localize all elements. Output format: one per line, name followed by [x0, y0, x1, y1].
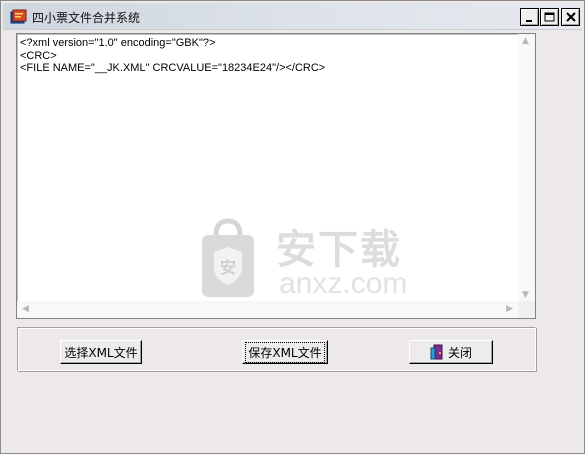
scroll-up-arrow-icon[interactable]: ▲ [522, 37, 529, 46]
close-button[interactable]: 关闭 [409, 340, 493, 364]
watermark: 安 安下载 anxz.com [200, 217, 440, 307]
vertical-scrollbar[interactable]: ▲ ▼ [518, 34, 535, 303]
scroll-right-arrow-icon[interactable]: ▶ [506, 305, 513, 314]
door-exit-icon [430, 344, 443, 360]
maximize-icon [544, 12, 555, 22]
save-xml-label: 保存XML文件 [245, 341, 325, 363]
xml-text-area[interactable]: <?xml version="1.0" encoding="GBK"?> <CRC… [16, 33, 536, 319]
minimize-button[interactable] [520, 8, 539, 26]
scroll-left-arrow-icon[interactable]: ◀ [22, 305, 29, 314]
app-book-icon [10, 9, 27, 24]
close-label: 关闭 [447, 345, 472, 360]
window-title: 四小票文件合并系统 [32, 11, 141, 25]
maximize-button[interactable] [540, 8, 559, 26]
xml-line: <?xml version="1.0" encoding="GBK"?> [20, 37, 216, 49]
minimize-icon [526, 19, 532, 22]
close-icon [565, 12, 576, 22]
xml-content: <?xml version="1.0" encoding="GBK"?> <CRC… [20, 37, 325, 75]
watermark-shield-char: 安 [220, 258, 236, 277]
watermark-bag-icon: 安 [202, 218, 254, 297]
title-bar[interactable]: 四小票文件合并系统 [3, 3, 582, 30]
watermark-en-text: anxz.com [279, 267, 408, 300]
xml-line: <CRC> [20, 49, 57, 62]
select-xml-label: 选择XML文件 [64, 345, 138, 360]
scrollbar-corner [518, 301, 535, 318]
main-window: 四小票文件合并系统 <?xml version="1.0" encoding="… [0, 0, 585, 454]
close-window-button[interactable] [561, 8, 580, 26]
scroll-down-arrow-icon[interactable]: ▼ [522, 291, 529, 300]
save-xml-button[interactable]: 保存XML文件 [242, 340, 328, 364]
xml-line: <FILE NAME="__JK.XML" CRCVALUE="18234E24… [20, 62, 326, 74]
horizontal-scrollbar[interactable]: ◀ ▶ [17, 301, 518, 318]
select-xml-button[interactable]: 选择XML文件 [60, 340, 142, 364]
